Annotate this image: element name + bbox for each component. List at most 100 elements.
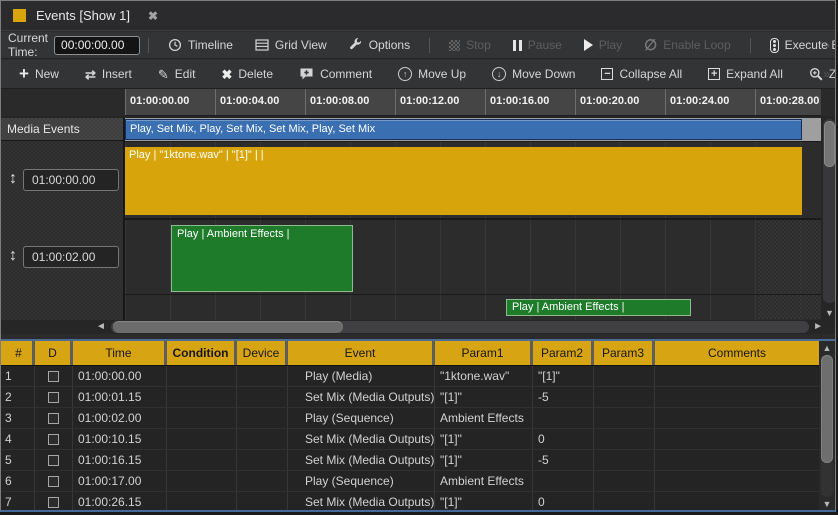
- clock-icon: [168, 38, 182, 52]
- event-row[interactable]: 201:00:01.15Set Mix (Media Outputs)"[1]"…: [1, 387, 819, 408]
- row-checkbox[interactable]: [48, 455, 59, 466]
- current-time-input[interactable]: [54, 36, 140, 55]
- cell-enabled: [35, 408, 73, 428]
- toolbar-overflow-icon[interactable]: »: [823, 38, 830, 52]
- ruler-tick: 01:00:16.00: [485, 89, 575, 115]
- options-button[interactable]: Options: [338, 32, 421, 58]
- scrollbar-thumb[interactable]: [113, 321, 343, 333]
- move-down-button[interactable]: ↓ Move Down: [479, 60, 588, 88]
- cell-param3: [594, 450, 655, 470]
- toolbar-separator: [429, 38, 430, 53]
- timeline-horizontal-scrollbar[interactable]: ◄ ►: [96, 320, 823, 334]
- column-header-param3[interactable]: Param3: [594, 341, 655, 365]
- move-up-button-label: Move Up: [418, 67, 466, 81]
- track-resize-handle-icon[interactable]: ↕: [5, 169, 21, 189]
- scroll-up-icon[interactable]: ▲: [819, 343, 835, 353]
- timeline-ruler[interactable]: 01:00:00.0001:00:04.0001:00:08.0001:00:1…: [125, 89, 821, 116]
- cell-device: [237, 450, 288, 470]
- column-header-condition[interactable]: Condition: [167, 341, 237, 365]
- new-button[interactable]: + New: [6, 60, 72, 88]
- track-resize-handle-icon[interactable]: ↕: [5, 246, 21, 266]
- options-button-label: Options: [369, 38, 410, 52]
- row-checkbox[interactable]: [48, 371, 59, 382]
- table-vertical-scrollbar[interactable]: ▲ ▼: [819, 341, 835, 510]
- expand-all-button[interactable]: + Expand All: [695, 60, 796, 88]
- scrollbar-thumb[interactable]: [821, 355, 833, 463]
- cell-enabled: [35, 492, 73, 512]
- track-time-label[interactable]: 01:00:00.00: [23, 169, 119, 191]
- row-checkbox[interactable]: [48, 476, 59, 487]
- scroll-down-icon[interactable]: ▼: [819, 499, 835, 509]
- edit-button[interactable]: ✎ Edit: [145, 60, 209, 88]
- column-header-param2[interactable]: Param2: [533, 341, 594, 365]
- event-row[interactable]: 301:00:02.00Play (Sequence)Ambient Effec…: [1, 408, 819, 429]
- event-row[interactable]: 701:00:26.15Set Mix (Media Outputs)"[1]"…: [1, 492, 819, 512]
- media-event-bar[interactable]: Play | "1ktone.wav" | "[1]" | |: [125, 147, 802, 215]
- timeline-out-of-range-area: [758, 219, 821, 319]
- row-checkbox[interactable]: [48, 497, 59, 508]
- cell-param2: [533, 408, 594, 428]
- comment-button[interactable]: Comment: [286, 60, 385, 88]
- summary-event-bar[interactable]: Play, Set Mix, Play, Set Mix, Set Mix, P…: [125, 119, 802, 140]
- scrollbar-thumb[interactable]: [824, 121, 835, 167]
- execute-event-icon: [770, 38, 779, 53]
- boxed-plus-icon: +: [708, 68, 720, 80]
- stop-button: Stop: [438, 32, 502, 58]
- toolbar-overflow-icon[interactable]: »: [823, 67, 830, 81]
- loop-icon: ∅: [644, 38, 657, 53]
- pause-icon: [513, 40, 522, 51]
- cell-param1: Ambient Effects: [435, 408, 533, 428]
- event-row[interactable]: 501:00:16.15Set Mix (Media Outputs)"[1]"…: [1, 450, 819, 471]
- timeline-button[interactable]: Timeline: [157, 32, 244, 58]
- edit-button-label: Edit: [175, 67, 196, 81]
- tab-title: Events [Show 1]: [36, 8, 130, 23]
- column-header-time[interactable]: Time: [73, 341, 167, 365]
- events-table: #DTimeConditionDeviceEventParam1Param2Pa…: [1, 341, 835, 510]
- column-header-device[interactable]: Device: [237, 341, 288, 365]
- insert-button[interactable]: ⇄ Insert: [72, 60, 145, 88]
- move-down-button-label: Move Down: [512, 67, 575, 81]
- delete-button[interactable]: ✖ Delete: [208, 60, 286, 88]
- event-row[interactable]: 401:00:10.15Set Mix (Media Outputs)"[1]"…: [1, 429, 819, 450]
- cell-param1: "[1]": [435, 492, 533, 512]
- enable-loop-button-label: Enable Loop: [663, 38, 730, 52]
- column-header-d[interactable]: D: [35, 341, 73, 365]
- stop-icon: [449, 40, 460, 51]
- tab-events[interactable]: Events [Show 1] ✖: [1, 1, 170, 30]
- sequence-event-bar[interactable]: Play | Ambient Effects |: [171, 225, 353, 292]
- cell-num: 4: [1, 429, 35, 449]
- tab-close-icon[interactable]: ✖: [148, 9, 158, 23]
- boxed-minus-icon: −: [601, 68, 613, 80]
- expand-all-button-label: Expand All: [726, 67, 783, 81]
- panel-splitter[interactable]: [1, 334, 835, 341]
- row-checkbox[interactable]: [48, 413, 59, 424]
- column-header-event[interactable]: Event: [288, 341, 435, 365]
- cell-event: Set Mix (Media Outputs): [288, 429, 435, 449]
- track-time-label[interactable]: 01:00:02.00: [23, 246, 119, 268]
- scroll-right-icon[interactable]: ►: [813, 321, 823, 333]
- ruler-tick: 01:00:00.00: [125, 89, 215, 115]
- events-tab-icon: [13, 9, 26, 22]
- sequence-event-bar-2[interactable]: Play | Ambient Effects |: [506, 299, 691, 316]
- scroll-left-icon[interactable]: ◄: [96, 321, 106, 333]
- cell-device: [237, 408, 288, 428]
- timeline-vertical-scrollbar[interactable]: ▼: [823, 119, 835, 319]
- cell-condition: [167, 450, 237, 470]
- toolbar-separator: [148, 38, 149, 53]
- column-header-comments[interactable]: Comments: [655, 341, 819, 365]
- event-row[interactable]: 601:00:17.00Play (Sequence)Ambient Effec…: [1, 471, 819, 492]
- scroll-down-icon[interactable]: ▼: [823, 307, 835, 319]
- move-up-button[interactable]: ↑ Move Up: [385, 60, 479, 88]
- collapse-all-button[interactable]: − Collapse All: [588, 60, 695, 88]
- row-checkbox[interactable]: [48, 392, 59, 403]
- event-row[interactable]: 101:00:00.00Play (Media)"1ktone.wav""[1]…: [1, 366, 819, 387]
- cell-num: 1: [1, 366, 35, 386]
- column-header-param1[interactable]: Param1: [435, 341, 533, 365]
- grid-view-button[interactable]: Grid View: [244, 32, 338, 58]
- timeline-button-label: Timeline: [188, 38, 233, 52]
- column-header-num[interactable]: #: [1, 341, 35, 365]
- pencil-icon: ✎: [158, 68, 169, 81]
- cell-num: 2: [1, 387, 35, 407]
- row-checkbox[interactable]: [48, 434, 59, 445]
- cell-event: Play (Sequence): [288, 471, 435, 491]
